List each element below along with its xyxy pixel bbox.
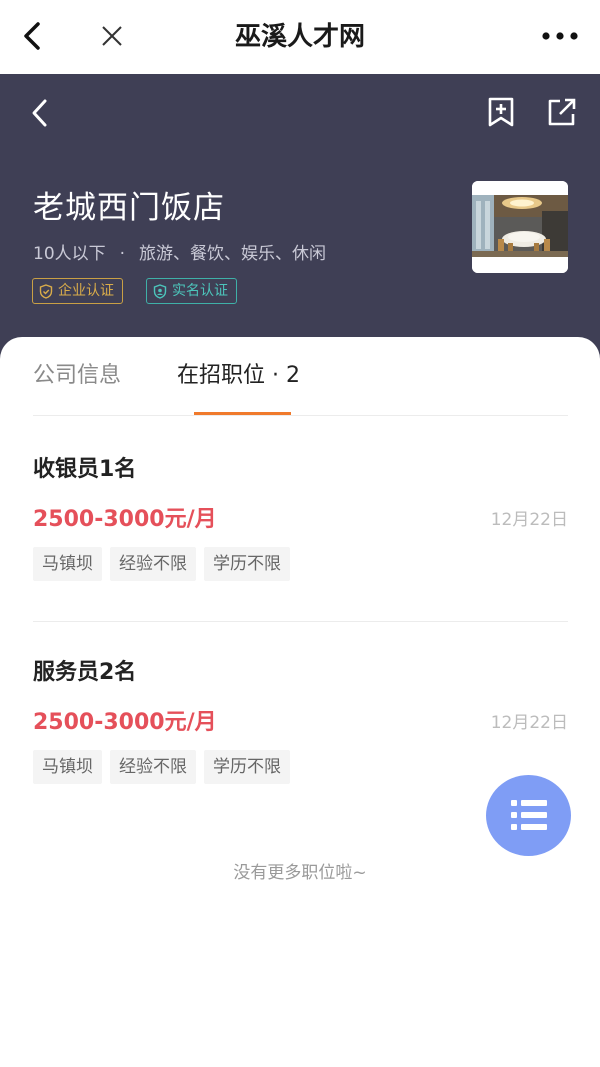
page-title: 巫溪人才网 bbox=[234, 22, 365, 52]
job-date: 12月22日 bbox=[490, 510, 568, 530]
job-tag-location: 马镇坝 bbox=[33, 750, 102, 784]
job-divider bbox=[33, 621, 568, 622]
job-tags: 马镇坝 经验不限 学历不限 bbox=[33, 547, 290, 581]
company-header: 老城西门饭店 10人以下 · 旅游、餐饮、娱乐、休闲 企业认证 实名认证 bbox=[0, 74, 600, 374]
company-photo[interactable] bbox=[472, 181, 568, 273]
badge-label: 实名认证 bbox=[172, 283, 228, 299]
shield-check-icon bbox=[39, 283, 53, 299]
company-industry: 旅游、餐饮、娱乐、休闲 bbox=[139, 244, 327, 264]
job-title: 收银员1名 bbox=[33, 457, 137, 482]
company-name: 老城西门饭店 bbox=[33, 190, 225, 226]
job-tag-experience: 经验不限 bbox=[110, 547, 196, 581]
meta-separator: · bbox=[119, 244, 126, 264]
share-icon[interactable] bbox=[546, 96, 578, 128]
top-nav-bar: 巫溪人才网 bbox=[0, 0, 600, 74]
more-options-icon[interactable] bbox=[540, 26, 580, 46]
job-tag-education: 学历不限 bbox=[204, 750, 290, 784]
tab-open-positions[interactable]: 在招职位 · 2 bbox=[177, 357, 300, 389]
company-meta: 10人以下 · 旅游、餐饮、娱乐、休闲 bbox=[33, 239, 326, 264]
tab-company-info[interactable]: 公司信息 bbox=[33, 357, 121, 389]
badge-label: 企业认证 bbox=[58, 283, 114, 299]
realname-verified-badge: 实名认证 bbox=[146, 278, 237, 304]
content-card: 公司信息 在招职位 · 2 收银员1名 2500-3000元/月 12月22日 … bbox=[0, 337, 600, 1067]
company-size: 10人以下 bbox=[33, 244, 106, 264]
job-list-fab[interactable] bbox=[486, 775, 571, 856]
shield-user-icon bbox=[153, 283, 167, 299]
job-title: 服务员2名 bbox=[33, 660, 137, 685]
job-tag-location: 马镇坝 bbox=[33, 547, 102, 581]
bookmark-add-icon[interactable] bbox=[486, 96, 516, 128]
job-tag-experience: 经验不限 bbox=[110, 750, 196, 784]
no-more-positions-text: 没有更多职位啦~ bbox=[233, 863, 367, 883]
job-date: 12月22日 bbox=[490, 713, 568, 733]
enterprise-verified-badge: 企业认证 bbox=[32, 278, 123, 304]
back-icon[interactable] bbox=[26, 96, 52, 130]
job-item[interactable]: 收银员1名 2500-3000元/月 12月22日 马镇坝 经验不限 学历不限 bbox=[33, 451, 568, 641]
tab-divider bbox=[33, 415, 568, 416]
job-salary: 2500-3000元/月 bbox=[33, 710, 217, 735]
job-tags: 马镇坝 经验不限 学历不限 bbox=[33, 750, 290, 784]
job-salary: 2500-3000元/月 bbox=[33, 507, 217, 532]
restaurant-photo-image bbox=[472, 181, 568, 273]
list-icon bbox=[511, 800, 547, 830]
job-tag-education: 学历不限 bbox=[204, 547, 290, 581]
